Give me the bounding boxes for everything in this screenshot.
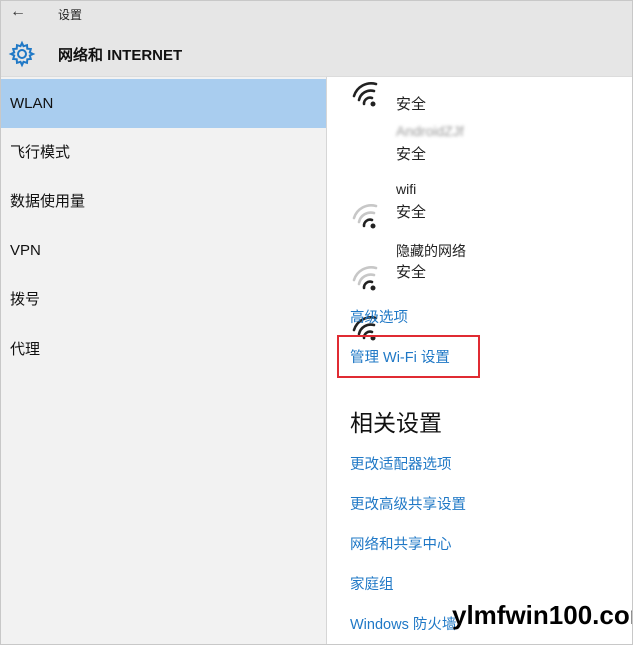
sidebar-item-wlan[interactable]: WLAN: [0, 79, 326, 128]
homegroup-link[interactable]: 家庭组: [350, 573, 394, 594]
window-title: 设置: [58, 8, 83, 22]
gear-icon: [8, 40, 36, 68]
watermark: ylmfwin100.com: [452, 600, 633, 630]
network-name: AndroidZJf: [396, 123, 464, 139]
change-advanced-sharing-link[interactable]: 更改高级共享设置: [350, 493, 466, 514]
network-status: 安全: [396, 204, 427, 221]
advanced-options-link[interactable]: 高级选项: [350, 306, 408, 327]
network-status: 安全: [396, 264, 427, 281]
network-item[interactable]: wifi 安全: [351, 181, 611, 309]
network-item[interactable]: 安全: [351, 73, 611, 125]
network-name: wifi: [396, 181, 417, 197]
sidebar-item-data-usage[interactable]: 数据使用量: [0, 177, 326, 226]
network-item[interactable]: AndroidZJf 安全: [351, 123, 611, 247]
network-sharing-center-link[interactable]: 网络和共享中心: [350, 533, 452, 554]
network-status: 安全: [396, 96, 427, 113]
wifi-signal-icon: [352, 266, 378, 291]
title-bar: ← 设置: [0, 0, 633, 32]
sidebar-item-dial-up[interactable]: 拨号: [0, 275, 326, 324]
windows-firewall-link[interactable]: Windows 防火墙: [350, 613, 456, 634]
wifi-signal-icon: [352, 204, 378, 229]
related-settings-title: 相关设置: [350, 410, 442, 436]
sidebar-item-proxy[interactable]: 代理: [0, 325, 326, 374]
network-status: 安全: [396, 146, 427, 163]
page-title: 网络和 INTERNET: [58, 47, 183, 64]
sidebar: WLAN 飞行模式 数据使用量 VPN 拨号 代理: [0, 77, 326, 645]
change-adapter-options-link[interactable]: 更改适配器选项: [350, 453, 452, 474]
highlight-box: [337, 335, 480, 378]
sidebar-item-vpn[interactable]: VPN: [0, 226, 326, 275]
network-name: 隐藏的网络: [396, 243, 466, 259]
back-arrow-icon[interactable]: ←: [10, 3, 26, 21]
sidebar-item-airplane-mode[interactable]: 飞行模式: [0, 128, 326, 177]
page-header: 网络和 INTERNET: [0, 32, 633, 77]
wifi-signal-icon: [352, 82, 378, 107]
